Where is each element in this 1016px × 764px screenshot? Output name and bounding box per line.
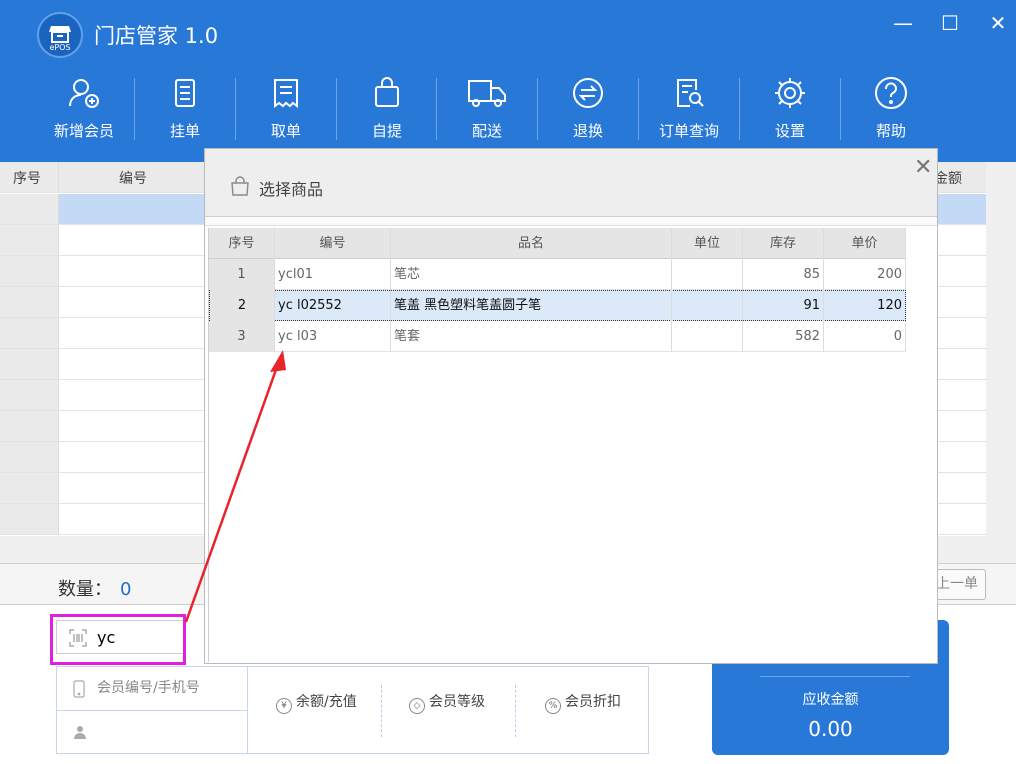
annotation-arrow [184,350,286,623]
